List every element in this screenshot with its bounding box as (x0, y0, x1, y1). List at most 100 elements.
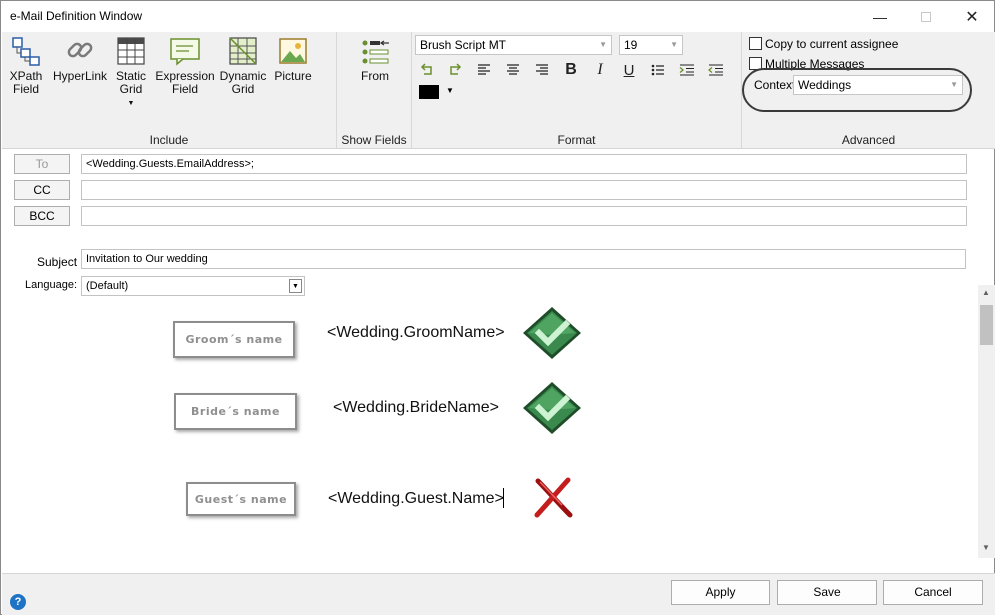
include-group: XPath Field HyperLink Static Grid ▼ Expr… (2, 32, 337, 149)
xpath-field-button[interactable]: XPath Field (8, 36, 44, 96)
copy-assignee-checkbox[interactable] (749, 37, 762, 50)
check-icon (523, 307, 581, 359)
format-group-label: Format (557, 133, 596, 147)
cc-field[interactable] (81, 180, 967, 200)
show-fields-group: From Show Fields (337, 32, 412, 149)
maximize-button[interactable] (903, 1, 949, 32)
check-icon (523, 382, 581, 434)
subject-field[interactable]: Invitation to Our wedding (81, 249, 966, 269)
dropdown-arrow-icon: ▼ (127, 100, 135, 107)
align-left-button[interactable] (474, 60, 494, 80)
align-left-icon (478, 64, 490, 75)
bold-button[interactable]: B (561, 60, 581, 80)
cancel-button[interactable]: Cancel (883, 580, 983, 605)
static-grid-button[interactable]: Static Grid ▼ (112, 36, 150, 110)
undo-button[interactable] (417, 60, 437, 80)
align-center-icon (507, 64, 519, 75)
message-body-editor[interactable]: Groom´s name <Wedding.GroomName> Bride´s… (2, 285, 978, 558)
context-highlight-annotation (742, 68, 972, 112)
font-color-dropdown-icon[interactable]: ▼ (446, 86, 454, 95)
italic-icon: I (597, 61, 603, 78)
cc-button[interactable]: CC (14, 180, 70, 200)
undo-arrow-icon (420, 63, 432, 75)
underline-button[interactable]: U (619, 60, 639, 80)
text-cursor (503, 488, 504, 508)
window-title: e-Mail Definition Window (10, 9, 143, 23)
guest-name-label: Guest´s name (186, 482, 296, 516)
hyperlink-icon (67, 42, 93, 58)
static-grid-label-2: Grid (119, 82, 143, 96)
indent-button[interactable] (677, 60, 697, 80)
bold-icon: B (565, 61, 577, 78)
from-label: From (361, 69, 389, 83)
bride-name-label: Bride´s name (174, 393, 297, 430)
underline-icon: U (623, 61, 635, 79)
picture-icon (279, 38, 307, 64)
chevron-down-icon: ▼ (599, 40, 607, 49)
bcc-button[interactable]: BCC (14, 206, 70, 226)
outdent-icon (708, 64, 723, 76)
expression-field-label-1: Expression (155, 69, 215, 83)
chevron-down-icon: ▼ (670, 40, 678, 49)
subject-label: Subject (37, 255, 78, 269)
minimize-button[interactable]: — (857, 1, 903, 32)
maximize-icon (921, 11, 931, 22)
dynamic-grid-button[interactable]: Dynamic Grid (219, 36, 267, 96)
font-size-select[interactable]: 19 ▼ (619, 35, 683, 55)
dynamic-grid-label-2: Grid (231, 82, 255, 96)
close-button[interactable]: ✕ (949, 1, 995, 32)
bcc-field[interactable] (81, 206, 967, 226)
xpath-field-label-1: XPath (9, 69, 43, 83)
font-size-value: 19 (624, 38, 638, 52)
show-fields-group-label: Show Fields (341, 133, 407, 147)
cross-icon (534, 477, 573, 518)
minimize-icon: — (873, 8, 887, 25)
scroll-down-icon[interactable]: ▼ (982, 543, 990, 552)
italic-button[interactable]: I (590, 60, 610, 80)
bullet-list-button[interactable] (648, 60, 668, 80)
dynamic-grid-icon (229, 37, 257, 65)
align-center-button[interactable] (503, 60, 523, 80)
redo-button[interactable] (445, 60, 465, 80)
groom-name-field: <Wedding.GroomName> (327, 324, 505, 341)
advanced-group-label: Advanced (841, 133, 896, 147)
from-fields-icon (362, 40, 389, 64)
picture-label: Picture (274, 69, 312, 83)
expression-field-button[interactable]: Expression Field (155, 36, 215, 96)
align-right-icon (536, 64, 548, 75)
apply-button[interactable]: Apply (671, 580, 770, 605)
title-bar: e-Mail Definition Window — ✕ (1, 1, 994, 32)
redo-arrow-icon (450, 63, 462, 75)
hyperlink-button[interactable]: HyperLink (52, 36, 108, 83)
scroll-up-icon[interactable]: ▲ (982, 288, 990, 297)
font-color-swatch[interactable] (419, 85, 439, 99)
align-right-button[interactable] (532, 60, 552, 80)
copy-assignee-label: Copy to current assignee (765, 37, 899, 51)
save-button[interactable]: Save (777, 580, 877, 605)
help-icon[interactable]: ? (10, 594, 26, 610)
bullet-list-icon (651, 64, 664, 76)
xpath-field-label-2: Field (12, 82, 39, 96)
dialog-footer: ? Apply Save Cancel (2, 573, 995, 615)
xpath-field-icon (12, 37, 40, 66)
email-definition-window: e-Mail Definition Window — ✕ XPath Field (0, 0, 995, 615)
font-family-value: Brush Script MT (420, 38, 507, 52)
dynamic-grid-label-1: Dynamic (219, 69, 267, 83)
from-button[interactable]: From (355, 36, 395, 83)
expression-field-label-2: Field (171, 82, 198, 96)
indent-icon (679, 64, 694, 76)
guest-name-field: <Wedding.Guest.Name> (328, 490, 504, 507)
hyperlink-label: HyperLink (52, 69, 108, 83)
picture-button[interactable]: Picture (272, 36, 314, 83)
format-group: Brush Script MT ▼ 19 ▼ B I U ▼ Format (412, 32, 742, 149)
outdent-button[interactable] (706, 60, 726, 80)
to-field[interactable]: <Wedding.Guests.EmailAddress>; (81, 154, 967, 174)
vertical-scrollbar[interactable]: ▲ ▼ (978, 285, 995, 558)
close-icon: ✕ (965, 8, 979, 26)
font-family-select[interactable]: Brush Script MT ▼ (415, 35, 612, 55)
expression-field-icon (170, 38, 200, 66)
bride-name-field: <Wedding.BrideName> (333, 399, 500, 416)
to-button[interactable]: To (14, 154, 70, 174)
scroll-thumb[interactable] (980, 305, 993, 345)
static-grid-icon (117, 37, 145, 65)
